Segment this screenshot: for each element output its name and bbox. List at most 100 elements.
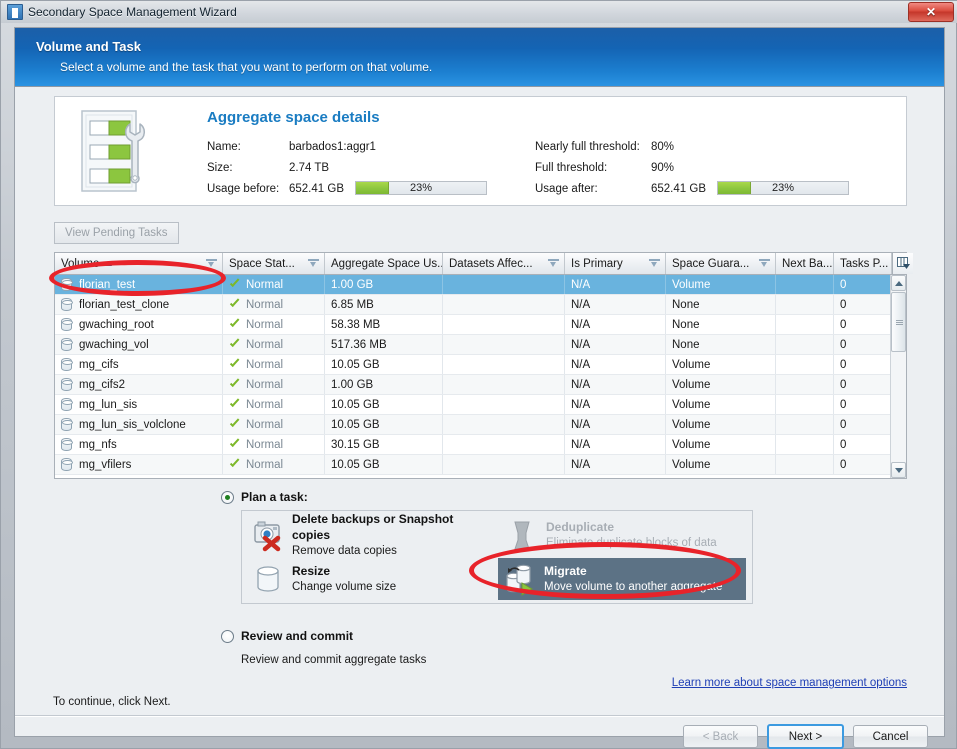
cell-text: 0	[840, 419, 846, 431]
table-header-space-stat[interactable]: Space Stat...	[223, 253, 325, 274]
cell-next-backup	[776, 355, 834, 374]
cell-status: Normal	[223, 315, 325, 334]
table-header-label: Datasets Affec...	[449, 258, 533, 270]
column-picker-icon[interactable]	[892, 253, 913, 274]
cell-text: 30.15 GB	[331, 439, 380, 451]
sort-ascending-icon	[104, 261, 112, 266]
cell-next-backup	[776, 455, 834, 474]
table-row[interactable]: florian_testNormal1.00 GBN/AVolume0	[55, 275, 890, 295]
status-ok-icon	[229, 420, 241, 430]
cell-tasks-pending: 0	[834, 295, 890, 314]
table-row[interactable]: mg_vfilersNormal10.05 GBN/AVolume0	[55, 455, 890, 475]
scroll-up-icon[interactable]	[891, 275, 906, 291]
table-header-space-guara[interactable]: Space Guara...	[666, 253, 776, 274]
table-header-datasets-affec[interactable]: Datasets Affec...	[443, 253, 565, 274]
filter-icon[interactable]	[308, 259, 319, 268]
review-and-commit-sub: Review and commit aggregate tasks	[241, 654, 426, 666]
cell-tasks-pending: 0	[834, 415, 890, 434]
cell-aggregate-space: 517.36 MB	[325, 335, 443, 354]
table-header-aggregate-space-us[interactable]: Aggregate Space Us...	[325, 253, 443, 274]
plan-a-task-radio-dot[interactable]	[221, 491, 234, 504]
cell-space-guarantee: Volume	[666, 275, 776, 294]
aggregate-icon	[79, 108, 155, 196]
learn-more-link[interactable]: Learn more about space management option…	[672, 677, 907, 689]
table-row[interactable]: mg_lun_sis_volcloneNormal10.05 GBN/AVolu…	[55, 415, 890, 435]
cell-is-primary: N/A	[565, 275, 666, 294]
scrollbar-thumb[interactable]	[891, 292, 906, 352]
table-vertical-scrollbar[interactable]	[890, 275, 906, 478]
cell-text: None	[672, 339, 700, 351]
cell-next-backup	[776, 395, 834, 414]
view-pending-tasks-button[interactable]: View Pending Tasks	[54, 222, 179, 244]
table-row[interactable]: mg_cifs2Normal1.00 GBN/AVolume0	[55, 375, 890, 395]
review-and-commit-radio[interactable]: Review and commit	[221, 629, 353, 643]
cell-is-primary: N/A	[565, 455, 666, 474]
table-header-tasks-p[interactable]: Tasks P...	[834, 253, 892, 274]
cell-status: Normal	[223, 275, 325, 294]
camera-delete-icon	[252, 518, 286, 552]
filter-icon[interactable]	[548, 259, 559, 268]
cell-datasets	[443, 455, 565, 474]
cell-is-primary: N/A	[565, 335, 666, 354]
cell-text: Volume	[672, 379, 710, 391]
detail-value-name: barbados1:aggr1	[289, 141, 376, 153]
table-row[interactable]: mg_nfsNormal30.15 GBN/AVolume0	[55, 435, 890, 455]
table-header-label: Is Primary	[571, 258, 623, 270]
review-and-commit-radio-dot[interactable]	[221, 630, 234, 643]
close-icon[interactable]: ✕	[908, 2, 954, 22]
cell-aggregate-space: 10.05 GB	[325, 415, 443, 434]
cell-next-backup	[776, 375, 834, 394]
table-body: florian_testNormal1.00 GBN/AVolume0flori…	[55, 275, 890, 478]
table-row[interactable]: mg_cifsNormal10.05 GBN/AVolume0	[55, 355, 890, 375]
detail-label-usage-before: Usage before:	[207, 183, 279, 195]
cell-next-backup	[776, 295, 834, 314]
filter-icon[interactable]	[759, 259, 770, 268]
filter-icon[interactable]	[649, 259, 660, 268]
cell-space-guarantee: Volume	[666, 415, 776, 434]
cell-tasks-pending: 0	[834, 335, 890, 354]
table-header-volume[interactable]: Volume	[55, 253, 223, 274]
cell-aggregate-space: 10.05 GB	[325, 355, 443, 374]
task-delete-backups[interactable]: Delete backups or Snapshot copies Remove…	[246, 514, 488, 556]
volume-icon	[61, 458, 72, 471]
table-header-next-ba[interactable]: Next Ba...	[776, 253, 834, 274]
migrate-icon	[504, 562, 538, 596]
volume-icon	[61, 398, 72, 411]
cell-tasks-pending: 0	[834, 315, 890, 334]
table-row[interactable]: gwaching_rootNormal58.38 MBN/ANone0	[55, 315, 890, 335]
page-subtitle: Select a volume and the task that you wa…	[60, 60, 432, 74]
cell-text: 0	[840, 459, 846, 471]
cell-text: Volume	[672, 439, 710, 451]
back-button[interactable]: < Back	[683, 725, 758, 748]
detail-label-full-threshold: Full threshold:	[535, 162, 607, 174]
cell-text: florian_test	[79, 279, 135, 291]
cell-text: Volume	[672, 359, 710, 371]
cell-text: 517.36 MB	[331, 339, 387, 351]
cancel-button[interactable]: Cancel	[853, 725, 928, 748]
table-row[interactable]: gwaching_volNormal517.36 MBN/ANone0	[55, 335, 890, 355]
cell-status: Normal	[223, 395, 325, 414]
filter-icon[interactable]	[206, 259, 217, 268]
cell-text: Normal	[246, 299, 283, 311]
cell-space-guarantee: Volume	[666, 395, 776, 414]
next-button[interactable]: Next >	[767, 724, 844, 749]
table-header-is-primary[interactable]: Is Primary	[565, 253, 666, 274]
table-row[interactable]: mg_lun_sisNormal10.05 GBN/AVolume0	[55, 395, 890, 415]
volume-icon	[61, 418, 72, 431]
cell-text: None	[672, 319, 700, 331]
cell-is-primary: N/A	[565, 435, 666, 454]
task-migrate-desc: Move volume to another aggregate	[544, 579, 722, 595]
task-migrate[interactable]: Migrate Move volume to another aggregate	[498, 558, 746, 600]
cell-space-guarantee: None	[666, 315, 776, 334]
plan-a-task-radio[interactable]: Plan a task:	[221, 490, 308, 504]
cell-datasets	[443, 395, 565, 414]
cell-text: 6.85 MB	[331, 299, 374, 311]
scroll-down-icon[interactable]	[891, 462, 906, 478]
cell-text: mg_cifs2	[79, 379, 125, 391]
usage-after-progressbar: 23%	[717, 181, 849, 195]
cell-text: mg_vfilers	[79, 459, 131, 471]
cell-text: N/A	[571, 319, 590, 331]
table-row[interactable]: florian_test_cloneNormal6.85 MBN/ANone0	[55, 295, 890, 315]
cell-status: Normal	[223, 375, 325, 394]
task-resize[interactable]: Resize Change volume size	[246, 558, 488, 600]
